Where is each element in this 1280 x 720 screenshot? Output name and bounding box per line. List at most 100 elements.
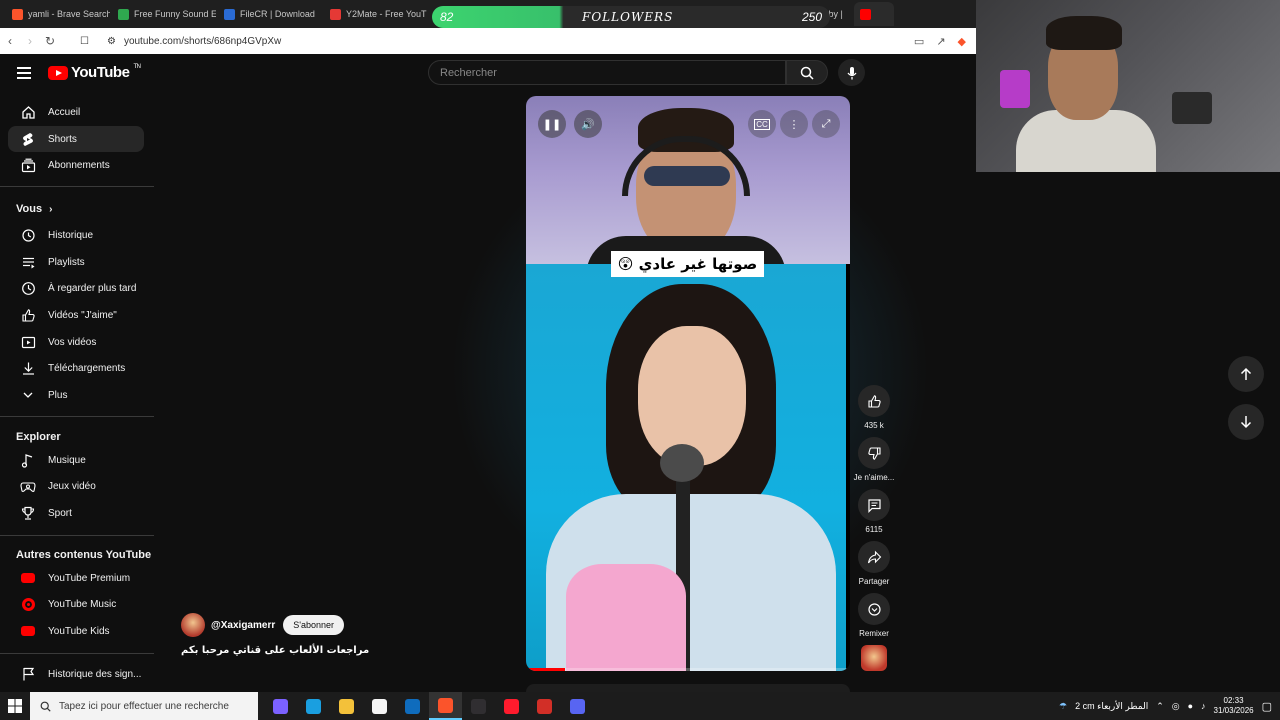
channel-info: @Xaxigamerr S'abonner bbox=[181, 613, 344, 637]
sidebar-item-historique[interactable]: Historique bbox=[8, 222, 144, 248]
search-button[interactable] bbox=[786, 60, 828, 85]
menu-icon[interactable] bbox=[17, 67, 31, 82]
remix-label: Remixer bbox=[859, 629, 889, 638]
arrow-up-icon bbox=[1240, 367, 1252, 380]
copilot-app[interactable] bbox=[264, 692, 297, 720]
browser-tab[interactable]: FileCR | Download bbox=[218, 2, 322, 26]
progress-bar[interactable] bbox=[526, 668, 850, 671]
weather-icon[interactable]: ☂ bbox=[1059, 701, 1067, 712]
webcam-overlay bbox=[976, 0, 1280, 172]
sidebar-item-abonnements[interactable]: Abonnements bbox=[8, 152, 144, 178]
shorts-player[interactable]: ❚❚ 🔊 CC ⋮ ⤢ bbox=[526, 96, 850, 671]
sidebar-item-your-videos[interactable]: Vos vidéos bbox=[8, 329, 144, 355]
sidebar-item-sport[interactable]: Sport bbox=[8, 500, 144, 526]
obs-app[interactable] bbox=[462, 692, 495, 720]
browser-tab[interactable]: yamli - Brave Search bbox=[6, 2, 110, 26]
opera-app[interactable] bbox=[495, 692, 528, 720]
mail-app[interactable] bbox=[396, 692, 429, 720]
sidebar-item-label: Vidéos "J'aime" bbox=[48, 309, 117, 321]
comments-action[interactable]: 6115 bbox=[856, 489, 892, 534]
remix-action[interactable]: Remixer bbox=[852, 593, 896, 638]
file-explorer-app[interactable] bbox=[330, 692, 363, 720]
watch-later-icon bbox=[21, 281, 35, 295]
sidebar-item-report-history[interactable]: Historique des sign... bbox=[8, 661, 144, 687]
notifications-icon[interactable]: ▢ bbox=[1262, 700, 1272, 713]
sidebar-item-playlists[interactable]: Playlists bbox=[8, 249, 144, 275]
sidebar-item-music[interactable]: Musique bbox=[8, 447, 144, 473]
browser-tab[interactable] bbox=[854, 2, 894, 26]
video-caption: صوتها غير عادي 😲 bbox=[611, 251, 764, 277]
pause-button[interactable]: ❚❚ bbox=[538, 110, 566, 138]
brave-shield-icon[interactable]: ◆ bbox=[958, 35, 966, 48]
sidebar-item-label: YouTube Premium bbox=[48, 572, 131, 584]
short-description[interactable]: مراجعات الألعاب على قناتي مرحبا بكم bbox=[181, 645, 369, 656]
store-icon bbox=[372, 698, 387, 714]
chevron-up-icon[interactable]: ⌃ bbox=[1156, 701, 1164, 712]
sound-avatar[interactable] bbox=[861, 645, 887, 671]
next-short-button[interactable] bbox=[1228, 404, 1264, 440]
sidebar-item-liked-videos[interactable]: Vidéos "J'aime" bbox=[8, 302, 144, 328]
sidebar-item-accueil[interactable]: Accueil bbox=[8, 99, 144, 125]
sidebar-item-watch-later[interactable]: À regarder plus tard bbox=[8, 275, 144, 301]
weather-text[interactable]: 2 cm المطر الأربعاء bbox=[1075, 701, 1148, 712]
subscribe-button[interactable]: S'abonner bbox=[283, 615, 344, 635]
discord-app[interactable] bbox=[561, 692, 594, 720]
sidebar-you-heading[interactable]: Vous › bbox=[16, 203, 52, 215]
forward-icon[interactable]: › bbox=[20, 34, 40, 48]
music-icon bbox=[21, 453, 33, 468]
like-action[interactable]: 435 k bbox=[856, 385, 892, 430]
bookmark-icon[interactable]: ☐ bbox=[80, 36, 89, 47]
media-app[interactable] bbox=[528, 692, 561, 720]
singer-face bbox=[638, 326, 746, 466]
browser-tab[interactable]: Free Funny Sound E bbox=[112, 2, 216, 26]
more-options-button[interactable]: ⋮ bbox=[780, 110, 808, 138]
sidebar-item-youtube-kids[interactable]: YouTube Kids bbox=[8, 618, 144, 644]
sidebar-item-label: YouTube Kids bbox=[48, 625, 110, 637]
speaker-icon[interactable]: ♪ bbox=[1201, 701, 1206, 711]
store-app[interactable] bbox=[363, 692, 396, 720]
url-field[interactable]: ☐ ⚙ youtube.com/shorts/686np4GVpXw bbox=[80, 36, 281, 47]
sidebar-item-youtube-premium[interactable]: YouTube Premium bbox=[8, 565, 144, 591]
followers-goal: 250 bbox=[801, 10, 822, 24]
sidebar-item-shorts[interactable]: Shorts bbox=[8, 126, 144, 152]
reload-icon[interactable]: ↻ bbox=[40, 34, 60, 48]
share-action[interactable]: Partager bbox=[852, 541, 896, 586]
sidebar-item-label: Musique bbox=[48, 454, 86, 466]
clock-date: 31/03/2026 bbox=[1213, 706, 1254, 715]
fullscreen-button[interactable]: ⤢ bbox=[812, 110, 840, 138]
network-icon[interactable]: ◎ bbox=[1172, 701, 1180, 712]
obs-icon bbox=[471, 698, 486, 714]
sidebar-item-gaming[interactable]: Jeux vidéo bbox=[8, 473, 144, 499]
back-icon[interactable]: ‹ bbox=[0, 34, 20, 48]
site-info-icon[interactable]: ⚙ bbox=[107, 36, 116, 47]
edge-app[interactable] bbox=[297, 692, 330, 720]
cast-icon[interactable]: ▭ bbox=[914, 35, 924, 48]
volume-button[interactable]: 🔊 bbox=[574, 110, 602, 138]
clock[interactable]: 02:33 31/03/2026 bbox=[1214, 696, 1254, 716]
sidebar-more-heading: Autres contenus YouTube bbox=[16, 549, 152, 561]
voice-search-button[interactable] bbox=[838, 59, 865, 86]
dislike-action[interactable]: Je n'aime... bbox=[852, 437, 896, 482]
brave-app[interactable] bbox=[429, 692, 462, 720]
taskbar-search-placeholder: Tapez ici pour effectuer une recherche bbox=[59, 700, 229, 712]
share-page-icon[interactable]: ↗ bbox=[936, 35, 945, 48]
browser-tab[interactable]: Y2Mate - Free YouT bbox=[324, 2, 428, 26]
previous-short-button[interactable] bbox=[1228, 356, 1264, 392]
search-input[interactable]: Rechercher bbox=[428, 60, 786, 85]
start-button[interactable] bbox=[0, 692, 30, 720]
sidebar-item-label: Historique bbox=[48, 229, 94, 241]
channel-name[interactable]: @Xaxigamerr bbox=[211, 620, 275, 631]
taskbar-search[interactable]: Tapez ici pour effectuer une recherche bbox=[30, 692, 258, 720]
sidebar-item-label: Sport bbox=[48, 507, 72, 519]
sidebar-item-label: Plus bbox=[48, 389, 68, 401]
shirt-print bbox=[566, 564, 686, 671]
sidebar-item-downloads[interactable]: Téléchargements bbox=[8, 355, 144, 381]
sidebar-item-youtube-music[interactable]: YouTube Music bbox=[8, 591, 144, 617]
edge-icon bbox=[306, 698, 321, 714]
youtube-logo[interactable]: YouTube TN bbox=[48, 64, 141, 81]
captions-button[interactable]: CC bbox=[748, 110, 776, 138]
chevron-right-icon: › bbox=[49, 204, 53, 215]
channel-avatar[interactable] bbox=[181, 613, 205, 637]
microphone-tray-icon[interactable]: ● bbox=[1188, 701, 1193, 711]
sidebar-item-more[interactable]: Plus bbox=[8, 382, 144, 408]
